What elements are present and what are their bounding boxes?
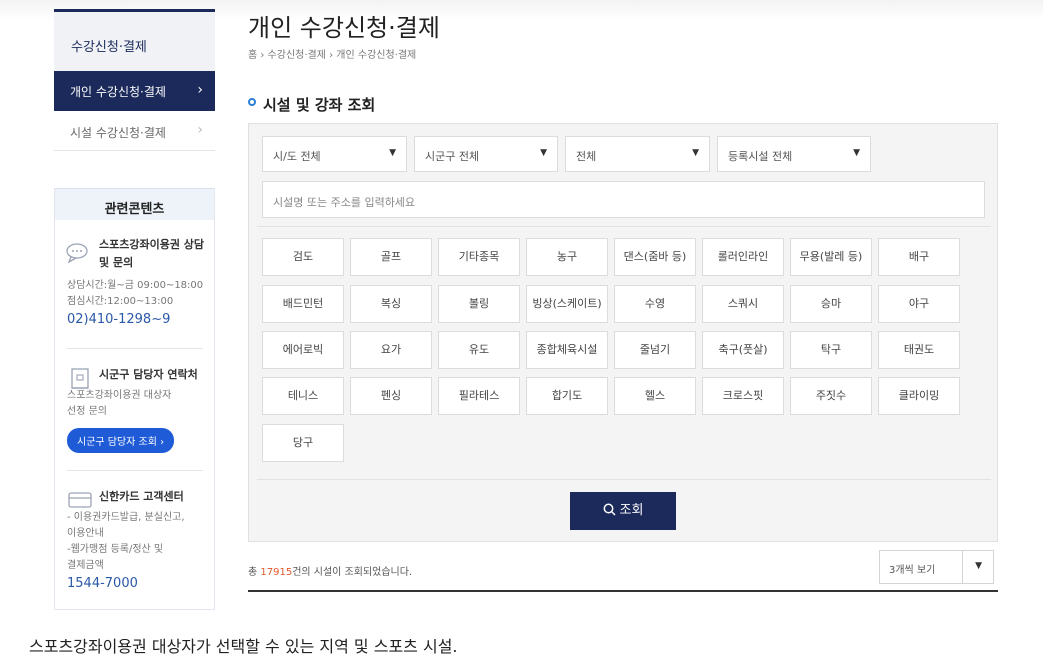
chevron-right-icon: › <box>197 122 203 138</box>
sport-option[interactable]: 수영 <box>614 285 696 323</box>
consult-title: 스포츠강좌이용권 상담 및 문의 <box>99 238 205 269</box>
region-select[interactable]: 시/도 전체 ▼ <box>262 136 407 172</box>
district-contact-block: 시군구 담당자 연락처 스포츠강좌이용권 대상자 선정 문의 시군구 담당자 조… <box>55 366 214 453</box>
sport-option[interactable]: 탁구 <box>790 331 872 369</box>
dropdown-arrow-icon: ▼ <box>389 148 396 158</box>
sidebar-header: 수강신청·결제 <box>54 9 215 71</box>
sport-option[interactable]: 검도 <box>262 238 344 276</box>
sport-option[interactable]: 요가 <box>350 331 432 369</box>
sidebar-item-facility-registration[interactable]: 시설 수강신청·결제 › <box>54 111 215 151</box>
district-contact-line: 선정 문의 <box>67 406 107 417</box>
card-center-title: 신한카드 고객센터 <box>99 490 184 503</box>
dropdown-arrow-icon: ▼ <box>692 148 699 158</box>
dropdown-arrow-icon: ▼ <box>975 561 982 571</box>
consult-phone[interactable]: 02)410-1298~9 <box>67 312 214 327</box>
facility-select[interactable]: 등록시설 전체 ▼ <box>717 136 871 172</box>
card-icon <box>68 492 92 508</box>
dropdown-arrow-icon: ▼ <box>853 148 860 158</box>
sport-option[interactable]: 펜싱 <box>350 377 432 415</box>
result-suffix: 건의 시설이 조회되었습니다. <box>292 567 413 578</box>
consult-hours: 상담시간:월~금 09:00~18:00 <box>67 280 204 291</box>
sport-option[interactable]: 승마 <box>790 285 872 323</box>
view-count-select[interactable]: 3개씩 보기 ▼ <box>879 550 994 584</box>
sport-option[interactable]: 헬스 <box>614 377 696 415</box>
sport-option[interactable]: 기타종목 <box>438 238 520 276</box>
sport-option[interactable]: 빙상(스케이트) <box>526 285 608 323</box>
search-panel: 시/도 전체 ▼ 시군구 전체 ▼ 전체 ▼ 등록시설 전체 ▼ 시설명 또는 … <box>248 123 998 542</box>
chat-icon <box>66 243 88 264</box>
sidebar-item-label: 개인 수강신청·결제 <box>70 85 166 99</box>
sport-option[interactable]: 농구 <box>526 238 608 276</box>
caption: 스포츠강좌이용권 대상자가 선택할 수 있는 지역 및 스포츠 시설. <box>29 637 458 656</box>
district-contact-search-button[interactable]: 시군구 담당자 조회 › <box>67 428 175 453</box>
region-select-value: 시/도 전체 <box>273 150 321 163</box>
view-count-value: 3개씩 보기 <box>889 565 936 576</box>
divider <box>257 226 991 227</box>
card-center-line: 결제금액 <box>67 560 104 571</box>
search-button[interactable]: 조회 <box>570 492 676 530</box>
facility-select-value: 등록시설 전체 <box>728 150 793 163</box>
sidebar-item-label: 시설 수강신청·결제 <box>70 126 166 140</box>
result-count: 총 17915건의 시설이 조회되었습니다. <box>248 563 412 578</box>
divider <box>67 348 203 349</box>
building-icon <box>71 368 89 389</box>
sidebar: 수강신청·결제 개인 수강신청·결제 › 시설 수강신청·결제 › <box>54 9 215 151</box>
sport-option[interactable]: 야구 <box>878 285 960 323</box>
sport-option[interactable]: 에어로빅 <box>262 331 344 369</box>
dropdown-arrow-icon: ▼ <box>540 148 547 158</box>
divider <box>67 470 203 471</box>
sidebar-item-personal-registration[interactable]: 개인 수강신청·결제 › <box>54 71 215 111</box>
related-content-box: 관련콘텐츠 스포츠강좌이용권 상담 및 문의 상담시간:월~금 09:00~18… <box>54 188 215 610</box>
sport-option[interactable]: 무용(발레 등) <box>790 238 872 276</box>
breadcrumb: 홈 › 수강신청·결제 › 개인 수강신청·결제 <box>248 50 417 61</box>
sport-option[interactable]: 축구(풋살) <box>702 331 784 369</box>
chevron-right-icon: › <box>197 82 203 98</box>
sport-option[interactable]: 복싱 <box>350 285 432 323</box>
sport-option[interactable]: 합기도 <box>526 377 608 415</box>
sport-option[interactable]: 태권도 <box>878 331 960 369</box>
card-center-phone[interactable]: 1544-7000 <box>67 576 214 591</box>
sport-option[interactable]: 볼링 <box>438 285 520 323</box>
sport-option[interactable]: 배구 <box>878 238 960 276</box>
sport-option[interactable]: 테니스 <box>262 377 344 415</box>
divider <box>962 551 963 583</box>
category-select[interactable]: 전체 ▼ <box>565 136 710 172</box>
consult-block: 스포츠강좌이용권 상담 및 문의 상담시간:월~금 09:00~18:00 점심… <box>55 236 214 327</box>
consult-lunch: 점심시간:12:00~13:00 <box>67 296 174 307</box>
search-input[interactable]: 시설명 또는 주소를 입력하세요 <box>262 181 985 218</box>
card-center-block: 신한카드 고객센터 - 이용권카드발급, 분실신고, 이용안내 -웹가맹점 등록… <box>55 488 214 591</box>
search-button-label: 조회 <box>619 503 644 518</box>
sport-option[interactable]: 종합체육시설 <box>526 331 608 369</box>
category-select-value: 전체 <box>576 150 597 163</box>
card-center-line: -웹가맹점 등록/정산 및 <box>67 544 164 555</box>
district-select-value: 시군구 전체 <box>425 150 480 163</box>
result-number: 17915 <box>260 567 293 578</box>
district-select[interactable]: 시군구 전체 ▼ <box>414 136 558 172</box>
section-bullet-icon <box>248 98 256 106</box>
sport-option[interactable]: 스쿼시 <box>702 285 784 323</box>
divider <box>257 479 991 480</box>
sport-option[interactable]: 필라테스 <box>438 377 520 415</box>
result-prefix: 총 <box>248 567 261 578</box>
related-content-title: 관련콘텐츠 <box>55 188 214 220</box>
list-top-border <box>248 590 998 592</box>
sport-option[interactable]: 유도 <box>438 331 520 369</box>
sport-option[interactable]: 줄넘기 <box>614 331 696 369</box>
sport-option[interactable]: 배드민턴 <box>262 285 344 323</box>
sport-option[interactable]: 크로스핏 <box>702 377 784 415</box>
sport-option[interactable]: 댄스(줌바 등) <box>614 238 696 276</box>
section-title: 시설 및 강좌 조회 <box>263 96 376 114</box>
sport-option[interactable]: 골프 <box>350 238 432 276</box>
sport-option[interactable]: 클라이밍 <box>878 377 960 415</box>
sport-option[interactable]: 롤러인라인 <box>702 238 784 276</box>
sport-option[interactable]: 주짓수 <box>790 377 872 415</box>
district-contact-title: 시군구 담당자 연락처 <box>99 368 198 381</box>
district-contact-line: 스포츠강좌이용권 대상자 <box>67 390 172 401</box>
card-center-line: - 이용권카드발급, 분실신고, <box>67 512 185 523</box>
card-center-line: 이용안내 <box>67 528 104 539</box>
search-icon <box>603 503 616 516</box>
sport-option[interactable]: 당구 <box>262 424 344 462</box>
page-title: 개인 수강신청·결제 <box>248 14 440 42</box>
